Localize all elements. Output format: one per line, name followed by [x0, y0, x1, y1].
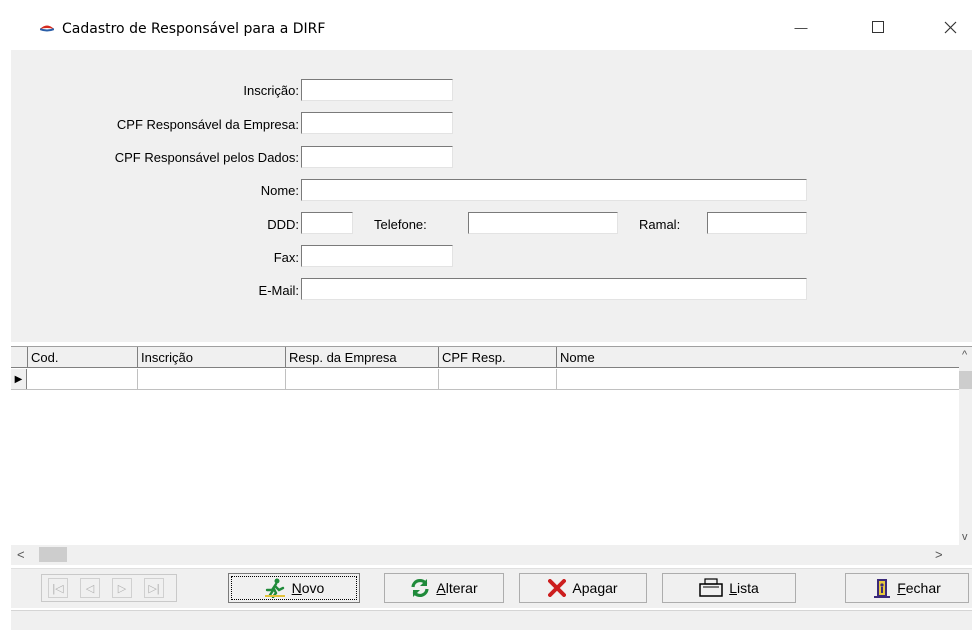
inscricao-label: Inscrição:	[243, 83, 299, 98]
scroll-left-icon[interactable]: <	[17, 547, 25, 562]
exit-door-icon	[874, 579, 891, 598]
nome-label: Nome:	[260, 183, 299, 198]
lista-button[interactable]: Lista	[662, 573, 796, 603]
cpf-dados-input[interactable]	[301, 146, 453, 168]
email-input[interactable]	[301, 278, 807, 300]
printer-list-icon	[699, 578, 723, 597]
scroll-right-icon[interactable]: >	[935, 547, 943, 562]
apagar-label: Apagar	[572, 580, 618, 596]
next-record-icon: ▷	[117, 582, 127, 595]
ddd-input[interactable]	[301, 212, 353, 234]
form-area: Inscrição: CPF Responsável da Empresa: C…	[11, 50, 972, 342]
ramal-label: Ramal:	[639, 217, 681, 232]
column-header-inscricao[interactable]: Inscrição	[138, 347, 286, 368]
alterar-button[interactable]: Alterar	[384, 573, 504, 603]
fechar-label-rest: echar	[905, 580, 941, 596]
data-grid[interactable]: Cod. Inscrição Resp. da Empresa CPF Resp…	[11, 346, 972, 566]
close-button[interactable]	[930, 14, 970, 40]
lista-accelerator: L	[729, 580, 737, 596]
record-navigator: |◁ ◁ ▷ ▷|	[41, 574, 177, 602]
fechar-button[interactable]: Fechar	[845, 573, 969, 603]
fechar-label: Fechar	[897, 580, 941, 596]
nav-first-button[interactable]: |◁	[48, 578, 68, 598]
app-logo-icon	[40, 25, 54, 32]
cell-cod[interactable]	[28, 369, 138, 390]
fax-input[interactable]	[301, 245, 453, 267]
horizontal-scroll-thumb[interactable]	[39, 547, 67, 562]
nav-prev-button[interactable]: ◁	[80, 578, 100, 598]
table-row[interactable]	[11, 369, 959, 390]
cell-inscricao[interactable]	[138, 369, 286, 390]
column-header-resp-empresa[interactable]: Resp. da Empresa	[286, 347, 439, 368]
nav-last-button[interactable]: ▷|	[144, 578, 164, 598]
apagar-button[interactable]: Apagar	[519, 573, 647, 603]
refresh-icon	[411, 578, 429, 598]
novo-accelerator: N	[291, 580, 302, 596]
status-bar	[11, 610, 972, 630]
maximize-button[interactable]	[858, 14, 898, 40]
cell-resp-empresa[interactable]	[286, 369, 439, 390]
column-header-cod[interactable]: Cod.	[28, 347, 138, 368]
nome-input[interactable]	[301, 179, 807, 201]
column-header-nome[interactable]: Nome	[557, 347, 959, 368]
minimize-button[interactable]: —	[781, 14, 821, 40]
cpf-empresa-input[interactable]	[301, 112, 453, 134]
lista-label: Lista	[729, 580, 759, 596]
horizontal-scrollbar[interactable]: < >	[11, 545, 972, 565]
scroll-down-icon[interactable]: v	[962, 531, 968, 543]
telefone-label: Telefone:	[374, 217, 427, 232]
cell-cpf-resp[interactable]	[439, 369, 557, 390]
alterar-label: Alterar	[436, 580, 477, 596]
delete-x-icon	[548, 579, 567, 597]
window-title: Cadastro de Responsável para a DIRF	[62, 21, 326, 37]
novo-label-rest: ovo	[301, 580, 325, 596]
ramal-input[interactable]	[707, 212, 807, 234]
fax-label: Fax:	[273, 250, 299, 265]
cell-nome[interactable]	[557, 369, 959, 390]
novo-label: Novo	[292, 580, 325, 596]
grid-header: Cod. Inscrição Resp. da Empresa CPF Resp…	[11, 347, 959, 368]
telefone-input[interactable]	[468, 212, 618, 234]
minimize-icon: —	[794, 19, 808, 35]
last-record-icon: ▷|	[148, 582, 160, 595]
scroll-up-icon[interactable]: ^	[962, 349, 967, 361]
ddd-label: DDD:	[267, 217, 299, 232]
prev-record-icon: ◁	[85, 582, 95, 595]
cpf-empresa-label: CPF Responsável da Empresa:	[116, 117, 299, 132]
alterar-accelerator: A	[436, 580, 446, 596]
column-header-cpf-resp[interactable]: CPF Resp.	[439, 347, 557, 368]
bottom-toolbar: |◁ ◁ ▷ ▷| Novo Alterar Apagar Lista Fech…	[11, 568, 972, 608]
vertical-scroll-thumb[interactable]	[959, 371, 972, 389]
lista-label-rest: ista	[737, 580, 759, 596]
novo-button[interactable]: Novo	[228, 573, 360, 603]
email-label: E-Mail:	[258, 283, 299, 298]
alterar-label-rest: lterar	[445, 580, 478, 596]
fechar-accelerator: F	[897, 580, 906, 596]
maximize-icon	[872, 21, 884, 33]
title-bar: Cadastro de Responsável para a DIRF —	[0, 0, 972, 44]
close-icon	[944, 21, 956, 33]
nav-next-button[interactable]: ▷	[112, 578, 132, 598]
first-record-icon: |◁	[52, 582, 64, 595]
vertical-scrollbar[interactable]: ^ v	[959, 347, 972, 549]
inscricao-input[interactable]	[301, 79, 453, 101]
grid-corner	[11, 347, 28, 368]
cpf-dados-label: CPF Responsável pelos Dados:	[114, 150, 299, 165]
running-person-icon	[264, 578, 285, 598]
